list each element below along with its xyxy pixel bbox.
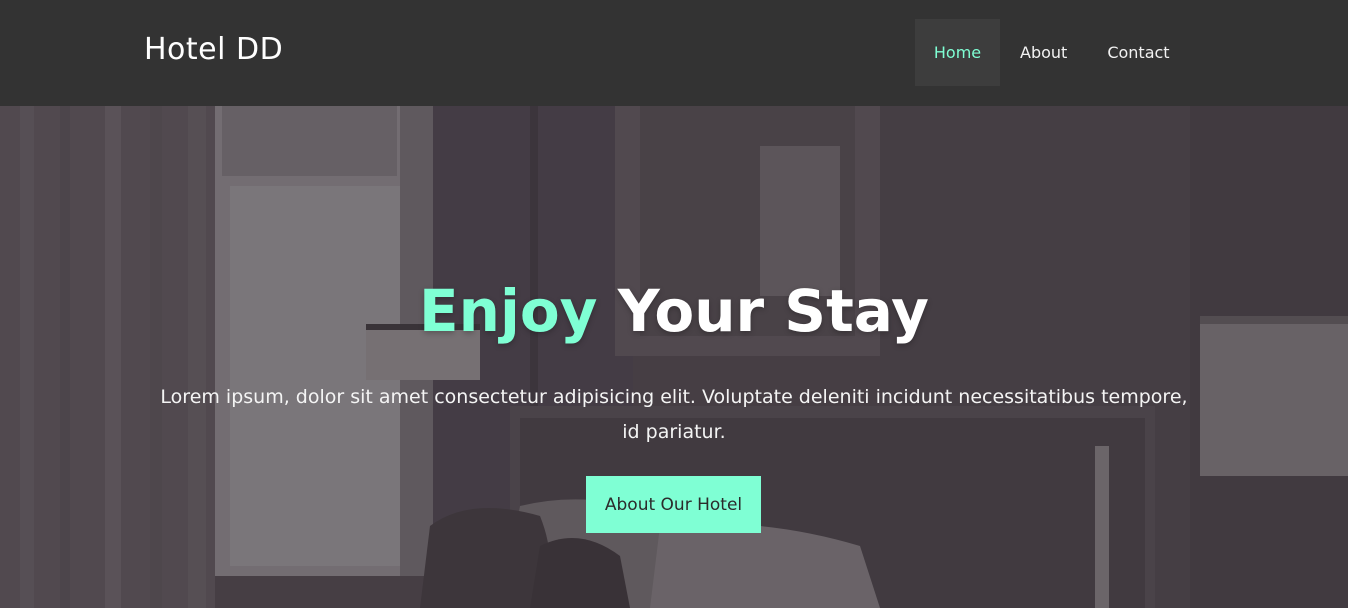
hero-section: Enjoy Your Stay Lorem ipsum, dolor sit a… [0, 106, 1348, 608]
nav-menu: Home About Contact [915, 19, 1190, 86]
headline-accent-word: Enjoy [419, 277, 598, 345]
nav-link-about[interactable]: About [1000, 19, 1087, 86]
about-hotel-button[interactable]: About Our Hotel [586, 476, 761, 533]
brand-logo-link[interactable]: Hotel DD [144, 32, 283, 67]
hero-headline: Enjoy Your Stay [0, 276, 1348, 346]
hero-content: Enjoy Your Stay Lorem ipsum, dolor sit a… [0, 106, 1348, 608]
headline-rest: Your Stay [617, 277, 929, 345]
nav-link-contact[interactable]: Contact [1087, 19, 1189, 86]
hero-lead-text: Lorem ipsum, dolor sit amet consectetur … [160, 386, 1188, 443]
navbar: Hotel DD Home About Contact [0, 0, 1348, 106]
nav-link-home[interactable]: Home [915, 19, 1000, 86]
